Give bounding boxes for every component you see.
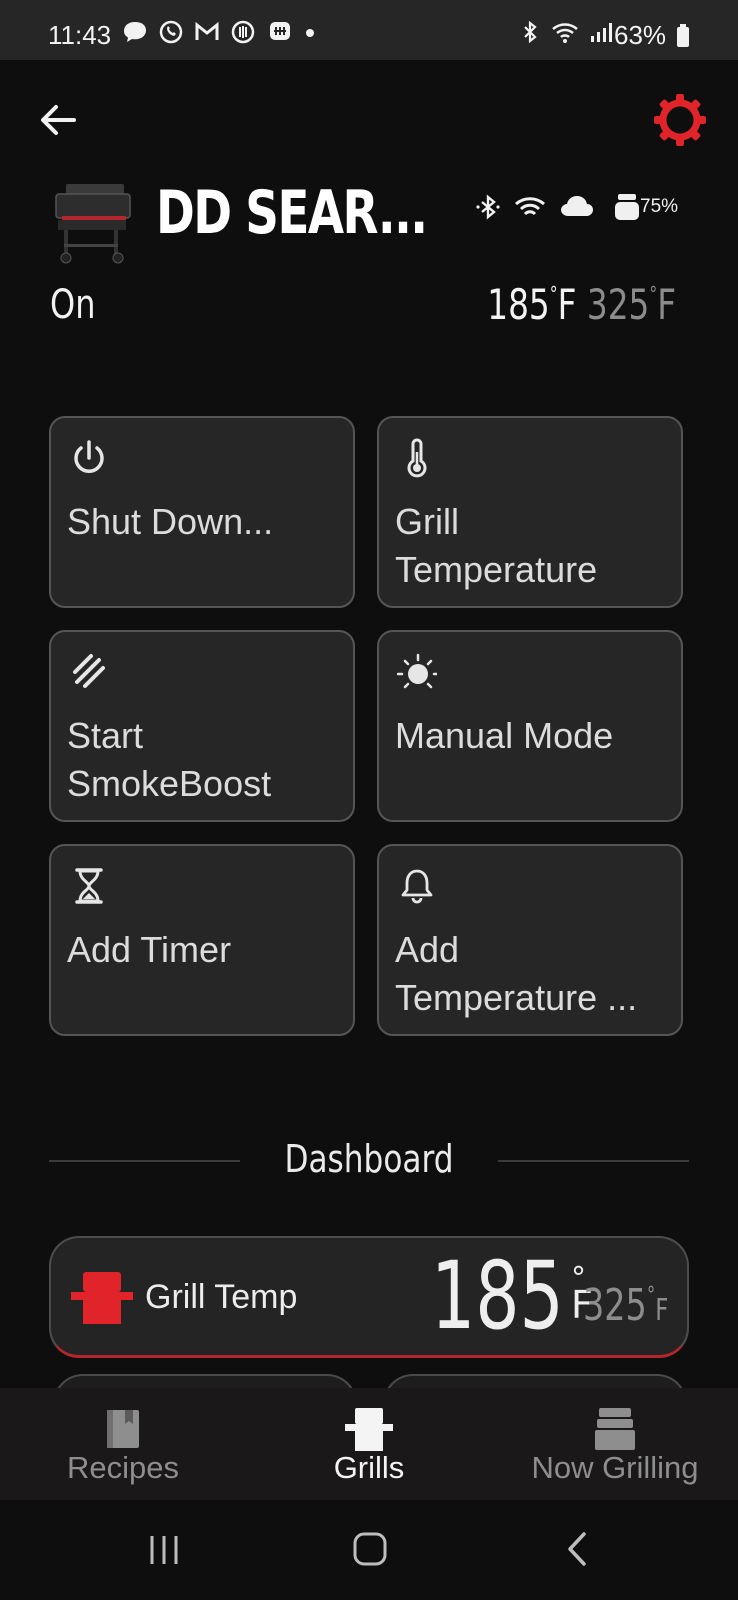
target-temp: 325 (583, 1280, 647, 1331)
add-timer-button[interactable]: Add Timer (49, 844, 355, 1036)
add-temperature-alert-button[interactable]: Add Temperature ... (377, 844, 683, 1036)
notification-icons (122, 20, 317, 50)
power-icon (74, 440, 104, 473)
smoke-icon (73, 654, 105, 688)
battery-level: 63% (614, 20, 667, 50)
grill-temp-card[interactable]: Grill Temp 185 ° F 325°F (49, 1236, 689, 1358)
bottom-navigation: Recipes Grills Now Grilling (0, 1388, 738, 1500)
action-label: Add Temperature ... (395, 929, 638, 1018)
recipe-book-icon (107, 1410, 139, 1448)
back-arrow-icon[interactable] (36, 98, 80, 142)
manual-mode-button[interactable]: Manual Mode (377, 630, 683, 822)
grill-status: On (50, 282, 96, 328)
temp-unit: F (557, 280, 577, 329)
nav-recipes[interactable]: Recipes (0, 1388, 246, 1500)
degree-symbol: ° (549, 282, 558, 306)
home-icon[interactable] (352, 1530, 388, 1568)
nav-now-grilling[interactable]: Now Grilling (492, 1388, 738, 1500)
degree-symbol: ° (646, 1283, 656, 1308)
nav-label: Recipes (67, 1450, 179, 1485)
bluetooth-icon (476, 194, 500, 220)
status-time: 11:43 (48, 20, 112, 50)
start-smokeboost-button[interactable]: Start SmokeBoost (49, 630, 355, 822)
grill-temperature-button[interactable]: Grill Temperature (377, 416, 683, 608)
whatsapp-icon (159, 20, 183, 44)
action-label: Grill Temperature (395, 501, 598, 590)
action-label: Shut Down... (67, 501, 274, 542)
dot-icon (305, 29, 314, 37)
battery-icon (677, 24, 689, 47)
bell-icon (401, 869, 433, 904)
pellet-hopper-icon (615, 194, 640, 220)
grill-temp-target: 325°F (583, 1280, 668, 1331)
system-back-icon[interactable] (562, 1530, 592, 1568)
action-label: Add Timer (67, 929, 232, 970)
current-temp: 185 (487, 280, 550, 329)
wifi-icon (514, 197, 545, 216)
grill-name[interactable]: DD SEAR... (156, 178, 428, 248)
pellet-level: 75% (640, 196, 679, 217)
cloud-icon (561, 196, 594, 216)
settings-gear-icon[interactable] (652, 92, 708, 148)
nav-label: Now Grilling (531, 1450, 699, 1485)
system-navigation (0, 1500, 738, 1600)
dashboard-title: Dashboard (284, 1137, 454, 1181)
stacked-grills-icon (595, 1408, 635, 1450)
wifi-icon (551, 23, 578, 43)
action-label: Start SmokeBoost (67, 715, 272, 804)
degree-symbol: ° (649, 282, 658, 306)
shut-down-button[interactable]: Shut Down... (49, 416, 355, 608)
threads-icon (232, 20, 255, 44)
grill-icon (71, 1272, 133, 1324)
target-temp: 325 (586, 280, 650, 329)
divider-line (49, 1160, 240, 1162)
temp-unit: F (655, 1293, 669, 1328)
app-icon (269, 22, 290, 40)
signal-icon (591, 23, 613, 42)
grill-temp-label: Grill Temp (145, 1278, 298, 1316)
recent-apps-icon[interactable] (146, 1532, 182, 1568)
grill-image (55, 184, 131, 264)
thermometer-icon (407, 438, 427, 478)
header-temperatures: 185°F 325°F (487, 280, 676, 329)
connection-icons (476, 192, 642, 222)
messages-icon (124, 22, 146, 42)
gmail-icon (195, 21, 219, 40)
grill-temp-current: 185 (431, 1242, 564, 1351)
hourglass-icon (75, 868, 103, 904)
sun-icon (397, 653, 437, 689)
nav-label: Grills (333, 1450, 405, 1485)
system-icons (520, 20, 615, 50)
action-label: Manual Mode (395, 715, 614, 756)
grill-icon (345, 1408, 393, 1451)
bluetooth-icon (524, 20, 537, 44)
temp-unit: F (657, 280, 676, 329)
status-bar: 11:43 63% (0, 0, 738, 60)
divider-line (498, 1160, 689, 1162)
nav-grills[interactable]: Grills (246, 1388, 492, 1500)
